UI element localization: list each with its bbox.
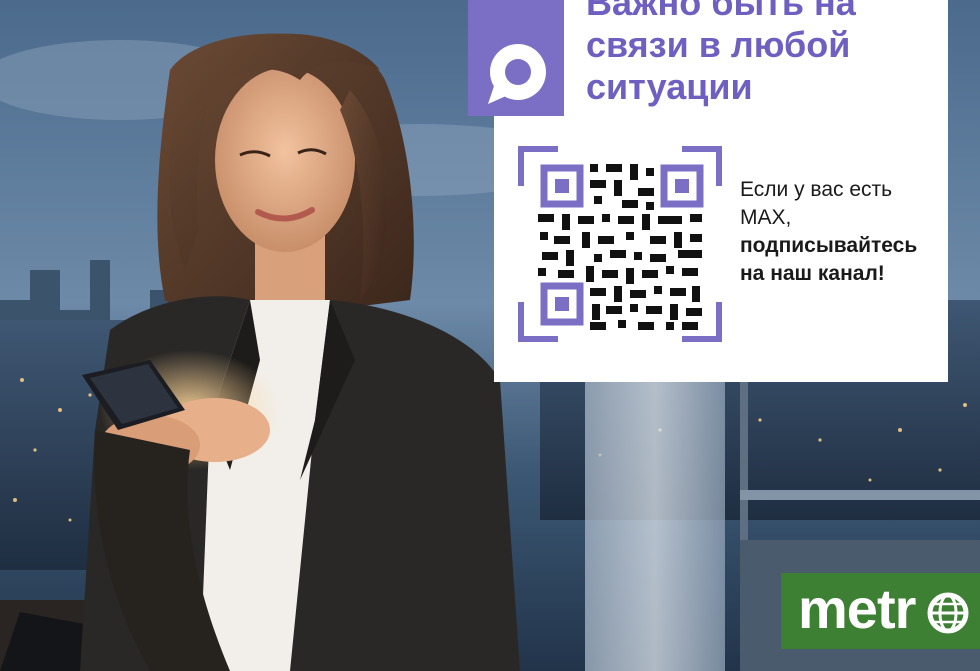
promo-line-2: MAX, [740,206,792,229]
qr-code[interactable] [518,146,722,342]
max-messenger-icon [488,44,546,104]
headline-line-2: связи в любой [586,24,851,65]
globe-icon [927,592,969,634]
metro-logo-text: metr [798,577,916,640]
headline: Важно быть на связи в любой ситуации [586,0,946,108]
max-messenger-tile[interactable] [468,0,564,116]
promo-line-1: Если у вас есть [740,178,893,201]
headline-line-1: Важно быть на [586,0,856,23]
qr-code-image [518,146,722,342]
subscribe-promo-text: Если у вас есть MAX, подписывайтесь на н… [740,176,945,288]
promo-bold-line-1: подписывайтесь [740,234,918,257]
headline-line-3: ситуации [586,66,753,107]
promo-bold-line-2: на наш канал! [740,262,885,285]
